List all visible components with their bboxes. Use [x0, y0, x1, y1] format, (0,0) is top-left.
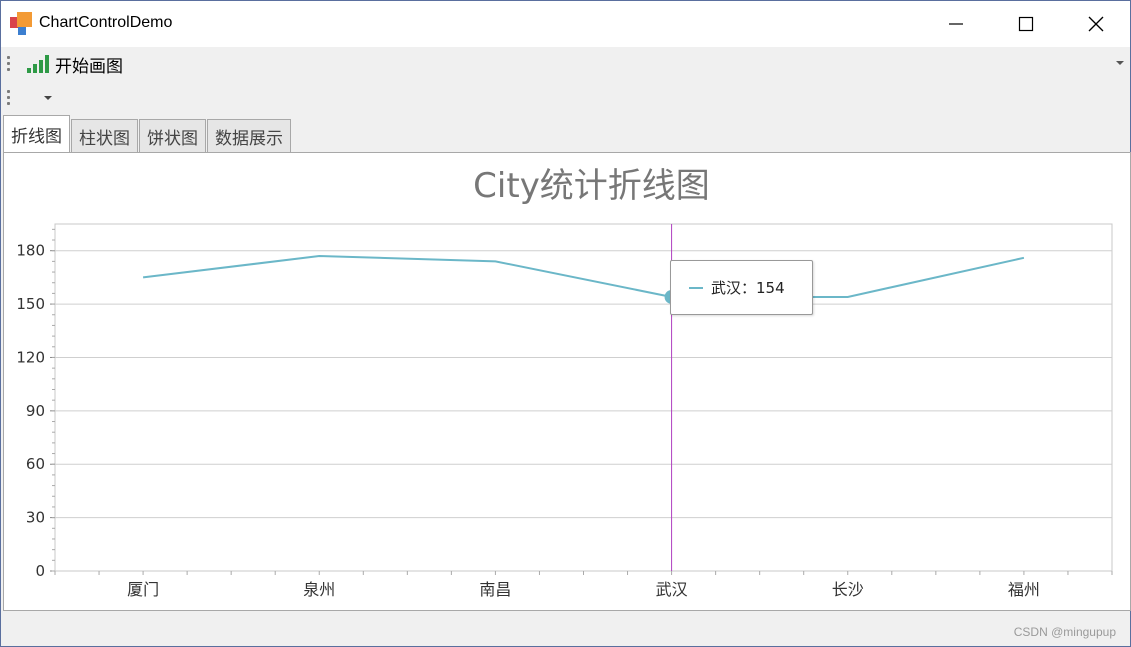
main-toolbar: 开始画图: [1, 47, 1130, 81]
title-bar[interactable]: ChartControlDemo: [1, 1, 1130, 47]
tab-bar-chart[interactable]: 柱状图: [71, 119, 138, 153]
chart-title: City统计折线图: [473, 166, 710, 206]
y-tick-label: 30: [26, 509, 45, 527]
plot-area-border: [54, 223, 1113, 572]
y-tick-label: 0: [35, 562, 45, 580]
window-title: ChartControlDemo: [39, 14, 173, 31]
bar-chart-icon: [27, 55, 49, 73]
maximize-button[interactable]: [991, 1, 1061, 47]
x-tick-label: 南昌: [479, 580, 511, 599]
app-window: ChartControlDemo 开始画图 折线图 柱状图 饼状图 数据展示 C…: [0, 0, 1131, 647]
y-tick-label: 60: [26, 455, 45, 473]
close-button[interactable]: [1061, 1, 1131, 47]
tab-data-view[interactable]: 数据展示: [207, 119, 291, 153]
x-tick-label: 福州: [1008, 580, 1040, 599]
status-bar: CSDN @mingupup: [1, 612, 1130, 646]
maximize-icon: [1018, 16, 1034, 32]
chevron-down-icon[interactable]: [44, 96, 52, 100]
secondary-toolbar: [1, 81, 1130, 114]
start-drawing-label: 开始画图: [55, 56, 123, 77]
minimize-icon: [949, 23, 963, 25]
x-tick-label: 泉州: [303, 580, 335, 599]
tooltip-text: 武汉：154: [711, 279, 785, 297]
tab-line-chart[interactable]: 折线图: [3, 115, 70, 153]
x-tick-label: 武汉: [656, 580, 688, 599]
close-icon: [1088, 16, 1104, 32]
chart-panel: City统计折线图 0 30 60 90 120 150 180 厦门 泉州 南昌 武汉 长沙 福州 武汉…: [3, 152, 1131, 611]
tab-pie-chart[interactable]: 饼状图: [139, 119, 206, 153]
toolbar-grip-icon[interactable]: [7, 90, 11, 108]
line-chart[interactable]: City统计折线图 0 30 60 90 120 150 180 厦门 泉州 南昌 武汉 长沙 福州: [4, 153, 1130, 610]
toolbar-overflow-icon[interactable]: [1116, 61, 1124, 65]
watermark-text: CSDN @mingupup: [1013, 625, 1116, 639]
minimize-button[interactable]: [921, 1, 991, 47]
x-tick-label: 厦门: [127, 580, 159, 599]
x-tick-label: 长沙: [832, 580, 864, 599]
app-icon: [10, 12, 34, 36]
y-tick-label: 90: [26, 402, 45, 420]
y-tick-label: 120: [16, 348, 45, 366]
tooltip-series-swatch: [689, 286, 703, 289]
start-drawing-button[interactable]: 开始画图: [27, 53, 123, 77]
y-tick-label: 150: [16, 295, 45, 313]
series-line: [142, 255, 1025, 298]
tab-strip: 折线图 柱状图 饼状图 数据展示: [3, 115, 292, 153]
chart-tooltip: 武汉：154: [670, 260, 813, 315]
toolbar-grip-icon[interactable]: [7, 56, 11, 74]
y-tick-label: 180: [16, 242, 45, 260]
